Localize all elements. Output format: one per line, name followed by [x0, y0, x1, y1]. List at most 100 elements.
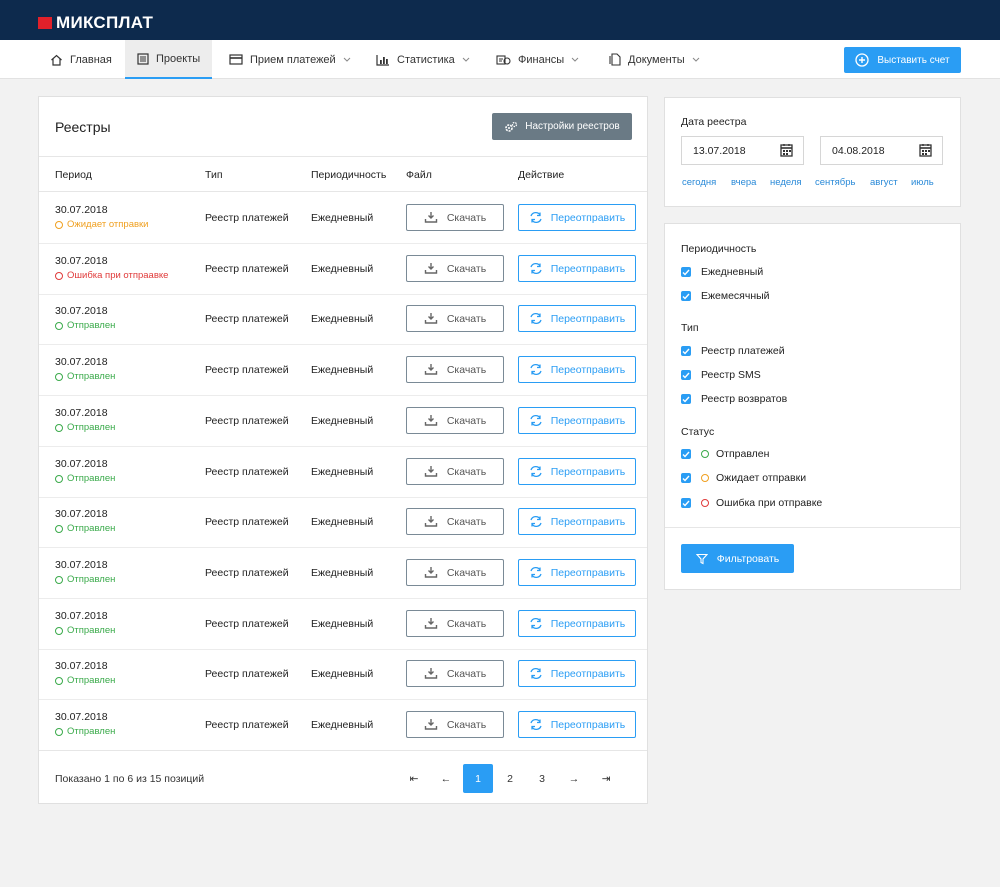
nav-item-finance[interactable]: Финансы	[496, 40, 579, 79]
status-dot-icon	[55, 220, 63, 229]
logo[interactable]: МИКСПЛАТ	[38, 13, 153, 33]
row-periodicity: Ежедневный	[311, 466, 374, 478]
resend-icon	[529, 718, 543, 731]
checkbox-status-pending[interactable]: Ожидает отправки	[681, 472, 806, 484]
nav-item-projects[interactable]: Проекты	[125, 40, 213, 79]
download-button[interactable]: Скачать	[406, 508, 504, 535]
calendar-icon[interactable]	[919, 143, 932, 157]
column-header-periodicity[interactable]: Периодичность	[311, 169, 386, 181]
column-header-type[interactable]: Тип	[205, 169, 223, 181]
checkbox-status-sent[interactable]: Отправлен	[681, 448, 769, 460]
finance-icon	[496, 54, 511, 66]
checkbox-refunds-registry[interactable]: Реестр возвратов	[681, 393, 787, 405]
download-button[interactable]: Скачать	[406, 356, 504, 383]
quick-date-july[interactable]: июль	[911, 177, 934, 188]
download-button[interactable]: Скачать	[406, 559, 504, 586]
resend-button[interactable]: Переотправить	[518, 305, 636, 332]
download-button[interactable]: Скачать	[406, 204, 504, 231]
row-status: Отправлен	[55, 523, 115, 534]
nav-label: Финансы	[518, 53, 565, 66]
column-header-action[interactable]: Действие	[518, 169, 564, 181]
resend-button[interactable]: Переотправить	[518, 559, 636, 586]
quick-date-today[interactable]: сегодня	[682, 177, 716, 188]
quick-date-week[interactable]: неделя	[770, 177, 802, 188]
download-button[interactable]: Скачать	[406, 458, 504, 485]
resend-button[interactable]: Переотправить	[518, 508, 636, 535]
download-button[interactable]: Скачать	[406, 660, 504, 687]
resend-button[interactable]: Переотправить	[518, 660, 636, 687]
status-dot-icon	[55, 423, 63, 432]
row-status: Отправлен	[55, 675, 115, 686]
checkbox-label: Реестр SMS	[701, 369, 761, 381]
download-button[interactable]: Скачать	[406, 711, 504, 738]
resend-label: Переотправить	[550, 414, 626, 427]
nav-item-statistics[interactable]: Статистика	[376, 40, 470, 79]
resend-icon	[529, 515, 543, 528]
issue-invoice-button[interactable]: Выставить счет	[844, 47, 961, 73]
calendar-icon[interactable]	[780, 143, 793, 157]
quick-date-yesterday[interactable]: вчера	[731, 177, 756, 188]
row-status-label: Отправлен	[67, 574, 116, 585]
download-button[interactable]: Скачать	[406, 255, 504, 282]
checkbox-sms-registry[interactable]: Реестр SMS	[681, 369, 761, 381]
row-periodicity: Ежедневный	[311, 313, 374, 325]
checkbox-label: Ожидает отправки	[716, 472, 807, 484]
download-label: Скачать	[446, 312, 487, 325]
filters-card: Периодичность Ежедневный Ежемесячный Тип…	[664, 223, 961, 590]
nav-item-home[interactable]: Главная	[50, 40, 112, 79]
resend-button[interactable]: Переотправить	[518, 458, 636, 485]
row-status: Отправлен	[55, 320, 115, 331]
first-page-button[interactable]: ⇤	[399, 764, 429, 793]
row-status: Отправлен	[55, 371, 115, 382]
home-icon	[50, 54, 63, 66]
date-from-input[interactable]: 13.07.2018	[681, 136, 804, 165]
page-3-button[interactable]: 3	[527, 764, 557, 793]
download-button[interactable]: Скачать	[406, 407, 504, 434]
row-periodicity: Ежедневный	[311, 364, 374, 376]
download-button[interactable]: Скачать	[406, 305, 504, 332]
row-type: Реестр платежей	[205, 415, 289, 427]
resend-label: Переотправить	[550, 363, 626, 376]
download-icon	[424, 363, 438, 376]
row-periodicity: Ежедневный	[311, 719, 374, 731]
checkbox-monthly[interactable]: Ежемесячный	[681, 290, 770, 302]
checkbox-status-error[interactable]: Ошибка при отправке	[681, 497, 822, 509]
registry-settings-button[interactable]: Настройки реестров	[492, 113, 632, 140]
checkbox-payments-registry[interactable]: Реестр платежей	[681, 345, 785, 357]
periodicity-title: Периодичность	[681, 243, 757, 255]
resend-button[interactable]: Переотправить	[518, 356, 636, 383]
nav-item-payments[interactable]: Прием платежей	[229, 40, 351, 79]
nav-item-documents[interactable]: Документы	[609, 40, 700, 79]
column-header-file[interactable]: Файл	[406, 169, 432, 181]
date-to-input[interactable]: 04.08.2018	[820, 136, 943, 165]
checkbox-daily[interactable]: Ежедневный	[681, 266, 763, 278]
page-1-button[interactable]: 1	[463, 764, 493, 793]
row-date: 30.07.2018	[55, 610, 108, 622]
column-header-period[interactable]: Период	[55, 169, 92, 181]
last-page-button[interactable]: ⇥	[591, 764, 621, 793]
next-page-button[interactable]: →	[559, 764, 589, 793]
row-status: Отправлен	[55, 473, 115, 484]
checkmark-icon	[681, 370, 691, 380]
quick-date-september[interactable]: сентябрь	[815, 177, 855, 188]
row-periodicity: Ежедневный	[311, 618, 374, 630]
resend-button[interactable]: Переотправить	[518, 610, 636, 637]
download-icon	[424, 465, 438, 478]
quick-date-august[interactable]: август	[870, 177, 898, 188]
filter-button[interactable]: Фильтровать	[681, 544, 794, 573]
resend-button[interactable]: Переотправить	[518, 204, 636, 231]
row-type: Реестр платежей	[205, 313, 289, 325]
resend-button[interactable]: Переотправить	[518, 407, 636, 434]
row-date: 30.07.2018	[55, 559, 108, 571]
shown-count: Показано 1 по 6 из 15 позиций	[55, 773, 205, 785]
resend-button[interactable]: Переотправить	[518, 711, 636, 738]
nav-label: Проекты	[156, 52, 201, 65]
page-2-button[interactable]: 2	[495, 764, 525, 793]
download-button[interactable]: Скачать	[406, 610, 504, 637]
row-periodicity: Ежедневный	[311, 415, 374, 427]
resend-button[interactable]: Переотправить	[518, 255, 636, 282]
status-dot-icon	[55, 474, 63, 483]
download-label: Скачать	[446, 718, 487, 731]
prev-page-button[interactable]: ←	[431, 764, 461, 793]
row-date: 30.07.2018	[55, 458, 108, 470]
